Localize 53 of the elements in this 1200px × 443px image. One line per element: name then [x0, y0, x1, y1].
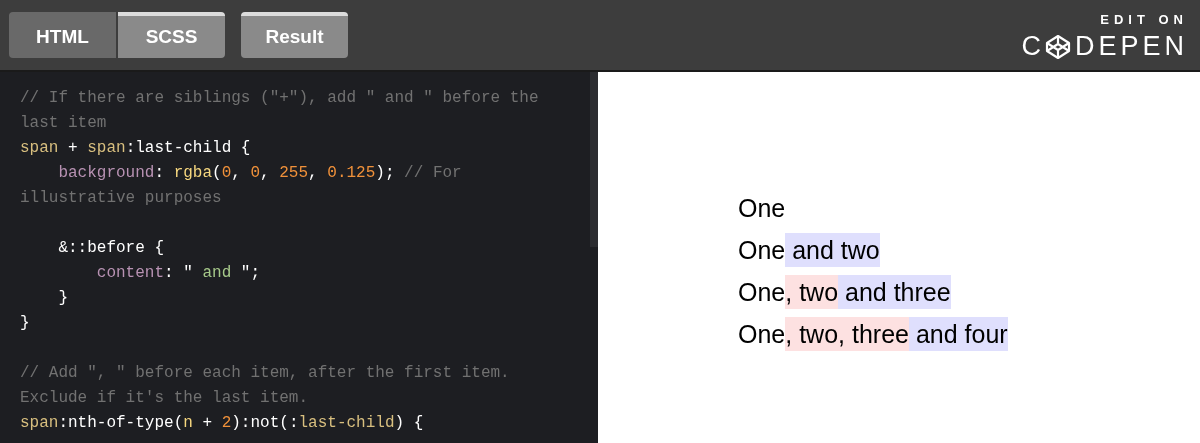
result-text: , two, three [785, 317, 909, 351]
logo-text: DEPEN [1074, 33, 1188, 61]
result-text: and four [908, 317, 1008, 351]
result-text: and two [785, 233, 880, 267]
code-token: content [95, 264, 165, 282]
code-token: // For [404, 164, 462, 182]
code-token: // If there are siblings ("+"), add " and " before the [20, 89, 539, 107]
code-token: + [201, 414, 214, 432]
code-token: :nth-of-type( [58, 414, 184, 432]
code-token: last-child [298, 414, 395, 432]
code-token: and [201, 264, 233, 282]
result-text: , two [785, 275, 839, 309]
code-token: 0.125 [327, 164, 376, 182]
code-token: , [308, 164, 319, 182]
result-text: One [738, 277, 786, 308]
code-token: 0 [250, 164, 261, 182]
code-token: "; [240, 264, 261, 282]
result-text: One [738, 319, 786, 350]
tab[interactable]: HTML [9, 12, 116, 58]
code-token: span [20, 139, 59, 157]
code-token: last item [20, 114, 107, 132]
code-token: } [20, 314, 30, 332]
code-token: illustrative purposes [20, 189, 222, 207]
code-token: : [154, 164, 166, 182]
code-token: Exclude if it's the last item. [20, 389, 309, 407]
code-token: span [87, 139, 126, 157]
code-token: } [57, 289, 68, 307]
code-token: span [20, 414, 59, 432]
code-token: 2 [221, 414, 232, 432]
code-token: 0 [221, 164, 232, 182]
code-token: + [67, 139, 79, 157]
result-text: One [738, 193, 786, 224]
logo-text: C [1021, 33, 1045, 61]
tab[interactable]: SCSS [118, 12, 225, 58]
code-token: :last-child { [125, 139, 251, 157]
code-token: : " [164, 264, 193, 282]
code-token: rgba [173, 164, 213, 182]
code-token: // Add ", " before each item, after the first item. [20, 364, 510, 382]
result-text: and three [838, 275, 951, 309]
code-token: background [57, 164, 155, 182]
logo-caption: EDIT ON [1100, 10, 1188, 29]
code-token: , [231, 164, 242, 182]
code-token: 255 [279, 164, 309, 182]
code-token: ) { [394, 414, 424, 432]
code-token: , [260, 164, 271, 182]
code-token: &::before { [57, 239, 165, 257]
code-token: ); [375, 164, 396, 182]
code-token: n [183, 414, 193, 432]
code-token: ):not(: [231, 414, 299, 432]
result-text: One [738, 235, 786, 266]
code-token: ( [212, 164, 222, 182]
tab[interactable]: Result [241, 12, 348, 58]
cube-icon [1044, 33, 1071, 60]
